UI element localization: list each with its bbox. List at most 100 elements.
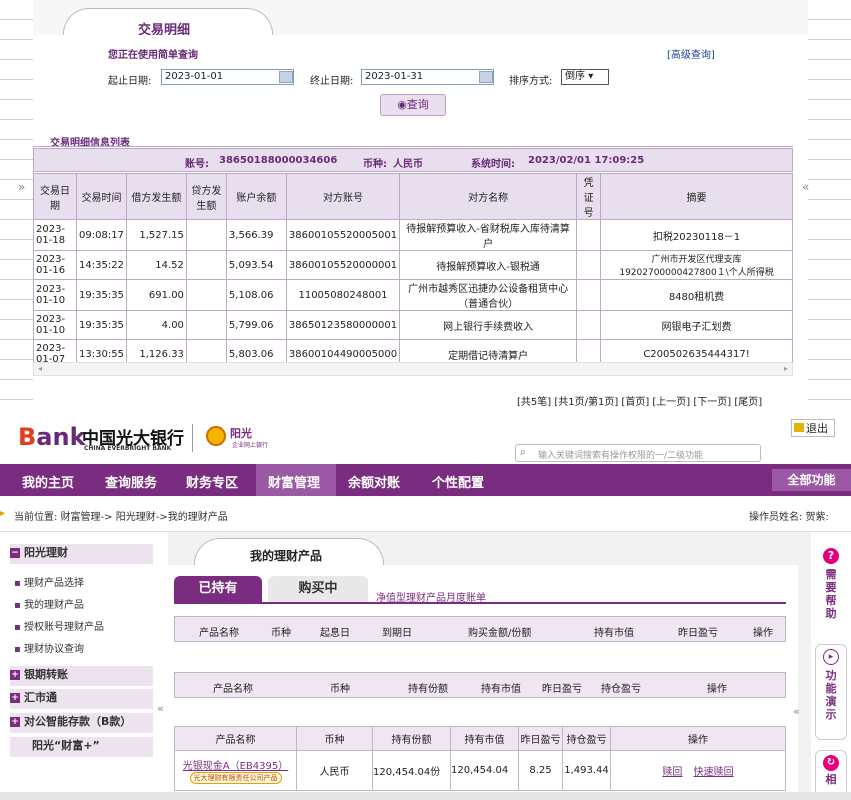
question-icon: ? (823, 548, 839, 564)
cell-voucher (576, 219, 602, 251)
quick-redeem-link[interactable]: 快速赎回 (694, 767, 734, 778)
nav-wealth[interactable]: 财富管理 (268, 472, 320, 491)
help-button[interactable]: ? 需要帮助 (815, 544, 847, 644)
sidebar-collapse-icon[interactable]: « (157, 702, 164, 715)
cell-shares: 120,454.04份 (372, 750, 451, 791)
cell-balance: 5,799.06 (225, 310, 287, 340)
advanced-query-link[interactable]: [高级查询] (667, 46, 715, 61)
scroll-right-icon[interactable]: ▸ (784, 364, 788, 373)
cell-currency: 人民币 (296, 750, 373, 791)
sidebar-group-fx[interactable]: + 汇市通 (10, 689, 153, 709)
cell-debit: 4.00 (125, 310, 187, 340)
end-date-input[interactable]: 2023-01-31 (361, 69, 494, 85)
nav-query[interactable]: 查询服务 (105, 472, 157, 491)
cell-date: 2023-01-16 (33, 250, 77, 280)
col-yesterday-pnl: 昨日盈亏 (542, 684, 582, 695)
expand-icon: + (10, 693, 20, 703)
sidebar-group-label: 银期转账 (24, 668, 68, 681)
account-label: 账号: (185, 159, 209, 170)
cell-summary: 8480租机费 (600, 279, 793, 311)
collapse-icon: − (10, 548, 20, 558)
nav-personal[interactable]: 个性配置 (432, 472, 484, 491)
cell-counter-account: 38650123580000001 (285, 310, 401, 340)
logo-letter: B (18, 423, 37, 451)
nav-balance[interactable]: 余额对账 (348, 472, 400, 491)
sidebar-item-product-select[interactable]: ▪ 理财产品选择 (14, 574, 84, 589)
panel-title: 我的理财产品 (250, 549, 323, 563)
col-action: 操作 (610, 726, 786, 751)
logout-icon (794, 423, 804, 432)
query-button-label: 查询 (406, 98, 429, 111)
sidebar-item-label: 我的理财产品 (23, 600, 84, 611)
col-date: 交易日期 (33, 173, 77, 220)
col-product-name: 产品名称 (199, 628, 239, 639)
transaction-table: 交易日期 交易时间 借方发生额 贷方发生额 账户余额 对方账号 对方名称 凭证号… (33, 173, 793, 369)
sidebar-group-futures[interactable]: + 银期转账 (10, 666, 153, 686)
search-placeholder: 输入关键词搜索有操作权限的一/二级功能 (538, 451, 704, 461)
account-number: 38650188000034606 (219, 155, 338, 166)
col-position-pnl: 持仓盈亏 (601, 684, 641, 695)
tab-holding[interactable]: 已持有 (174, 576, 262, 602)
nav-finance[interactable]: 财务专区 (186, 472, 238, 491)
sidebar-group-label: 汇市通 (24, 691, 57, 704)
calendar-icon[interactable] (279, 71, 293, 83)
product-link[interactable]: 光银现金A（EB4395） (175, 757, 296, 772)
all-functions-button[interactable]: 全部功能 (772, 469, 851, 491)
nav-home[interactable]: 我的主页 (22, 472, 74, 491)
col-product-name: 产品名称 (174, 726, 297, 751)
systime-label: 系统时间: (471, 159, 515, 170)
horizontal-scrollbar[interactable]: ◂ ▸ (33, 362, 793, 376)
sort-select-value: 倒序 (565, 71, 585, 82)
cell-date: 2023-01-18 (33, 219, 77, 251)
col-start-date: 起息日 (320, 628, 350, 639)
right-help-bar: ? 需要帮助 ▸ 功能演示 ↻ 相 (811, 532, 851, 800)
sidebar-group-wealth-plus[interactable]: 阳光“财富+” (10, 737, 153, 757)
query-button[interactable]: ◉查询 (380, 94, 446, 116)
account-info-bar: 账号: 38650188000034606 币种: 人民币 系统时间: 2023… (33, 148, 793, 172)
col-yesterday-pnl: 昨日盈亏 (518, 726, 563, 751)
my-products-panel: 我的理财产品 已持有 购买中 净值型理财产品月度账单 产品名称 币种 起息日 到… (168, 532, 811, 800)
cell-voucher (576, 310, 602, 340)
sidebar-item-my-products[interactable]: ▪ 我的理财产品 (14, 596, 84, 611)
currency-label: 币种: (363, 159, 387, 170)
sidebar-group-smart-deposit[interactable]: + 对公智能存款（B款） (10, 713, 153, 733)
col-balance: 账户余额 (225, 173, 287, 220)
col-market-value: 持有市值 (594, 628, 634, 639)
pager[interactable]: [共5笔] [共1页/第1页] [首页] [上一页] [下一页] [尾页] (517, 393, 762, 408)
collapse-right-icon[interactable]: « (802, 180, 809, 194)
col-currency: 币种 (330, 684, 350, 695)
sort-select[interactable]: 倒序 ▾ (561, 69, 609, 85)
sidebar-item-agreement[interactable]: ▪ 理财协议查询 (14, 640, 84, 655)
demo-button[interactable]: ▸ 功能演示 (815, 644, 847, 740)
sidebar-section-sunshine[interactable]: − 阳光理财 (10, 544, 153, 564)
redeem-link[interactable]: 赎回 (662, 767, 682, 778)
search-input[interactable]: ⌕ 输入关键词搜索有操作权限的一/二级功能 (515, 444, 761, 462)
expand-left-icon[interactable]: » (18, 180, 25, 194)
tab-buying[interactable]: 购买中 (268, 576, 368, 602)
col-end-date: 到期日 (382, 628, 412, 639)
cell-balance: 3,566.39 (225, 219, 287, 251)
sidebar-item-label: 理财协议查询 (23, 644, 84, 655)
logout-button[interactable]: 退出 (791, 419, 835, 437)
divider (192, 424, 193, 452)
cell-debit: 1,527.15 (125, 219, 187, 251)
table-row: 2023-01-18 09:08:17 1,527.15 3,566.39 38… (33, 219, 793, 251)
main-collapse-icon[interactable]: « (793, 705, 800, 718)
holdings-table: 产品名称 币种 持有份额 持有市值 昨日盈亏 持仓盈亏 操作 光银现金A（EB4… (174, 726, 786, 791)
sidebar-item-label: 授权账号理财产品 (23, 622, 104, 633)
logo-text: ank (36, 423, 86, 451)
bottom-scrollbar[interactable] (0, 792, 851, 800)
col-action: 操作 (753, 628, 773, 639)
calendar-icon[interactable] (479, 71, 493, 83)
table-row: 2023-01-10 19:35:35 4.00 5,799.06 386501… (33, 310, 793, 340)
start-date-input[interactable]: 2023-01-01 (161, 69, 294, 85)
demo-label: 功能演示 (825, 669, 837, 721)
product-header-1: 产品名称 币种 起息日 到期日 购买金额/份额 持有市值 昨日盈亏 操作 (174, 616, 786, 642)
sidebar-item-authorized[interactable]: ▪ 授权账号理财产品 (14, 618, 104, 633)
sun-logo-icon (206, 426, 226, 446)
breadcrumb: 当前位置: 财富管理-> 阳光理财->我的理财产品 (14, 512, 228, 523)
cell-counter-account: 38600105520000001 (285, 250, 401, 280)
scroll-left-icon[interactable]: ◂ (38, 364, 42, 373)
cell-time: 09:08:17 (76, 219, 127, 251)
cell-counter-name: 待报解预算收入-省财税库入库待清算户 (399, 219, 578, 251)
